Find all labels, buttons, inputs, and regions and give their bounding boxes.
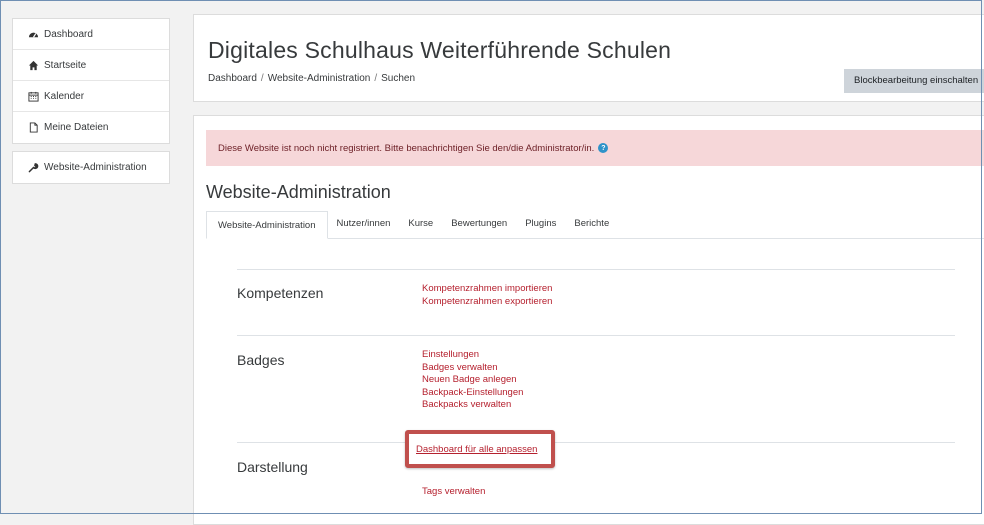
breadcrumb-dashboard[interactable]: Dashboard (208, 73, 257, 84)
row-links: Tags verwalten (422, 486, 485, 499)
breadcrumb-separator: / (374, 73, 378, 84)
row-heading: Kompetenzen (237, 285, 324, 301)
registration-alert: Diese Website ist noch nicht registriert… (206, 130, 984, 166)
link-kompetenzrahmen-importieren[interactable]: Kompetenzrahmen importieren (422, 283, 552, 296)
sidebar-item-meine-dateien[interactable]: Meine Dateien (13, 112, 169, 143)
file-icon (27, 122, 39, 134)
sidebar-main-group: Dashboard Startseite Kalender Meine Date… (12, 18, 170, 144)
sidebar-item-label: Meine Dateien (44, 122, 109, 133)
sidebar-item-website-administration[interactable]: Website-Administration (13, 152, 169, 183)
breadcrumb: Dashboard / Website-Administration / Suchen (208, 73, 415, 84)
help-icon[interactable]: ? (598, 143, 609, 153)
row-links: Kompetenzrahmen importieren Kompetenzrah… (422, 283, 552, 308)
sidebar-nav: Dashboard Startseite Kalender Meine Date… (12, 18, 170, 184)
tab-website-administration[interactable]: Website-Administration (206, 211, 328, 239)
tachometer-icon (27, 28, 39, 40)
link-kompetenzrahmen-exportieren[interactable]: Kompetenzrahmen exportieren (422, 296, 552, 309)
settings-row-badges: Badges Einstellungen Badges verwalten Ne… (237, 335, 955, 442)
page-header: Digitales Schulhaus Weiterführende Schul… (193, 14, 984, 102)
sidebar-item-kalender[interactable]: Kalender (13, 81, 169, 112)
sidebar-item-label: Kalender (44, 90, 85, 102)
tab-plugins[interactable]: Plugins (516, 210, 565, 238)
tab-berichte[interactable]: Berichte (565, 210, 618, 238)
sidebar-item-startseite[interactable]: Startseite (13, 50, 169, 81)
tab-kurse[interactable]: Kurse (399, 210, 442, 238)
breadcrumb-separator: / (260, 73, 264, 84)
home-icon (27, 59, 39, 71)
breadcrumb-suchen[interactable]: Suchen (381, 73, 415, 84)
link-backpack-einstellungen[interactable]: Backpack-Einstellungen (422, 387, 523, 400)
wrench-icon (27, 162, 39, 174)
row-links: Einstellungen Badges verwalten Neuen Bad… (422, 349, 523, 412)
highlighted-link-dashboard-anpassen[interactable]: Dashboard für alle anpassen (405, 430, 555, 468)
breadcrumb-website-administration[interactable]: Website-Administration (268, 73, 371, 84)
edit-mode-button[interactable]: Blockbearbeitung einschalten (844, 69, 984, 93)
section-heading: Website-Administration (206, 182, 391, 202)
sidebar-item-label: Website-Administration (44, 162, 147, 173)
link-backpacks-verwalten[interactable]: Backpacks verwalten (422, 399, 523, 412)
sidebar-item-label: Startseite (44, 59, 87, 71)
admin-tabs: Website-Administration Nutzer/innen Kurs… (206, 210, 984, 239)
link-tags-verwalten[interactable]: Tags verwalten (422, 486, 485, 499)
sidebar-item-dashboard[interactable]: Dashboard (13, 19, 169, 50)
calendar-icon (27, 90, 39, 102)
tab-bewertungen[interactable]: Bewertungen (442, 210, 516, 238)
link-badges-verwalten[interactable]: Badges verwalten (422, 362, 523, 375)
admin-settings-table: Kompetenzen Kompetenzrahmen importieren … (237, 269, 955, 522)
link-einstellungen[interactable]: Einstellungen (422, 349, 523, 362)
main-content: Diese Website ist noch nicht registriert… (193, 115, 984, 525)
settings-row-darstellung: Darstellung Tags verwalten (237, 442, 955, 522)
sidebar-admin-group: Website-Administration (12, 151, 170, 184)
row-heading: Badges (237, 352, 285, 368)
row-heading: Darstellung (237, 459, 308, 475)
tab-nutzer-innen[interactable]: Nutzer/innen (328, 210, 400, 238)
page-title: Digitales Schulhaus Weiterführende Schul… (208, 37, 672, 63)
settings-row-kompetenzen: Kompetenzen Kompetenzrahmen importieren … (237, 269, 955, 335)
link-neuen-badge-anlegen[interactable]: Neuen Badge anlegen (422, 374, 523, 387)
sidebar-item-label: Dashboard (44, 28, 93, 40)
alert-text: Diese Website ist noch nicht registriert… (218, 142, 595, 154)
